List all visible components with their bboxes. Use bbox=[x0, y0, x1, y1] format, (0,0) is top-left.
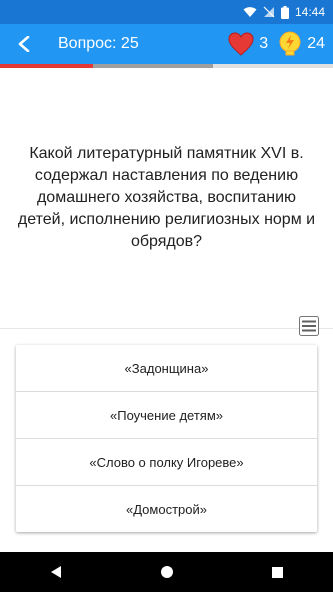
divider bbox=[0, 328, 333, 329]
answer-option-1[interactable]: «Задонщина» bbox=[16, 345, 317, 391]
home-circle-icon bbox=[160, 566, 173, 578]
back-triangle-icon bbox=[50, 566, 61, 578]
no-sim-icon bbox=[263, 6, 275, 18]
menu-button[interactable] bbox=[299, 315, 319, 337]
lightbulb-icon bbox=[279, 31, 301, 56]
answer-option-4[interactable]: «Домострой» bbox=[16, 485, 317, 532]
back-chevron-icon bbox=[18, 36, 30, 52]
answer-option-2[interactable]: «Поучение детям» bbox=[16, 391, 317, 438]
system-nav-bar bbox=[0, 552, 333, 592]
back-button[interactable] bbox=[6, 24, 42, 64]
list-menu-icon bbox=[299, 316, 319, 336]
nav-back-button[interactable] bbox=[36, 552, 76, 592]
status-bar: 14:44 bbox=[0, 0, 333, 24]
hints-counter[interactable]: 24 bbox=[278, 31, 325, 57]
status-time: 14:44 bbox=[294, 5, 325, 19]
wifi-icon bbox=[243, 6, 257, 18]
heart-icon bbox=[228, 32, 254, 56]
recents-square-icon bbox=[272, 566, 283, 578]
lives-counter: 3 bbox=[228, 32, 268, 56]
nav-recents-button[interactable] bbox=[258, 552, 298, 592]
battery-icon bbox=[280, 5, 289, 19]
answer-option-3[interactable]: «Слово о полку Игореве» bbox=[16, 438, 317, 485]
answer-list: «Задонщина» «Поучение детям» «Слово о по… bbox=[16, 345, 317, 532]
hints-count: 24 bbox=[307, 35, 325, 52]
lives-count: 3 bbox=[259, 35, 269, 52]
nav-home-button[interactable] bbox=[147, 552, 187, 592]
question-text: Какой литературный памятник XVI в. содер… bbox=[17, 145, 316, 250]
app-bar: Вопрос: 25 3 24 bbox=[0, 24, 333, 64]
question-area: Какой литературный памятник XVI в. содер… bbox=[0, 68, 333, 328]
question-number-title: Вопрос: 25 bbox=[58, 35, 139, 52]
